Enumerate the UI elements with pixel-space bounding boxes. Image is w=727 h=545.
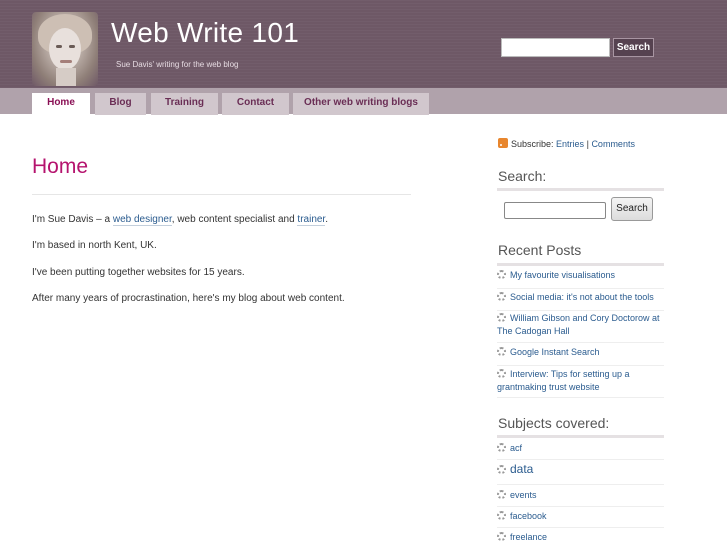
recent-posts-heading: Recent Posts <box>498 242 582 258</box>
trainer-link[interactable]: trainer <box>297 214 326 226</box>
bullet-icon <box>497 369 506 378</box>
recent-post-item[interactable]: William Gibson and Cory Doctorow at The … <box>497 312 664 343</box>
bullet-icon <box>497 511 506 520</box>
recent-posts-rule <box>497 263 664 266</box>
recent-post-item[interactable]: Google Instant Search <box>497 346 664 366</box>
title-divider <box>32 194 411 195</box>
rss-icon <box>498 138 508 148</box>
bullet-icon <box>497 443 506 452</box>
comments-feed-link[interactable]: Comments <box>591 139 635 149</box>
sidebar-search-input[interactable] <box>504 202 606 219</box>
web-designer-link[interactable]: web designer <box>112 214 172 226</box>
subject-tag[interactable]: data <box>497 463 664 485</box>
recent-post-item[interactable]: Interview: Tips for setting up a grantma… <box>497 368 664 398</box>
tab-other-blogs[interactable]: Other web writing blogs <box>293 93 429 115</box>
site-tagline: Sue Davis' writing for the web blog <box>116 60 239 69</box>
search-heading: Search: <box>498 168 547 184</box>
bullet-icon <box>497 465 506 474</box>
bullet-icon <box>497 313 506 322</box>
location-paragraph: I'm based in north Kent, UK. <box>32 240 157 251</box>
header-search-input[interactable] <box>501 38 610 57</box>
search-heading-rule <box>497 188 664 191</box>
bullet-icon <box>497 532 506 541</box>
intro-paragraph: I'm Sue Davis – a web designer, web cont… <box>32 214 328 226</box>
tab-blog[interactable]: Blog <box>95 93 146 115</box>
tab-home[interactable]: Home <box>32 93 90 115</box>
recent-post-item[interactable]: Social media: it's not about the tools <box>497 291 664 311</box>
subject-tag[interactable]: facebook <box>497 510 664 528</box>
experience-paragraph: I've been putting together websites for … <box>32 267 245 278</box>
bullet-icon <box>497 292 506 301</box>
bullet-icon <box>497 347 506 356</box>
bullet-icon <box>497 270 506 279</box>
subjects-heading: Subjects covered: <box>498 415 610 431</box>
author-avatar <box>32 12 98 86</box>
entries-feed-link[interactable]: Entries <box>556 139 584 149</box>
subject-tag[interactable]: events <box>497 489 664 507</box>
tab-contact[interactable]: Contact <box>222 93 289 115</box>
header-search-button[interactable]: Search <box>613 38 654 57</box>
sidebar-search-button[interactable]: Search <box>611 197 653 221</box>
blog-paragraph: After many years of procrastination, her… <box>32 293 345 304</box>
bullet-icon <box>497 490 506 499</box>
page-title: Home <box>32 155 89 178</box>
tab-training[interactable]: Training <box>151 93 218 115</box>
recent-post-item[interactable]: My favourite visualisations <box>497 269 664 289</box>
subjects-rule <box>497 435 664 438</box>
subject-tag[interactable]: acf <box>497 442 664 460</box>
site-title[interactable]: Web Write 101 <box>111 17 299 49</box>
subscribe-line: Subscribe: Entries | Comments <box>498 138 635 149</box>
subject-tag[interactable]: freelance <box>497 531 664 545</box>
